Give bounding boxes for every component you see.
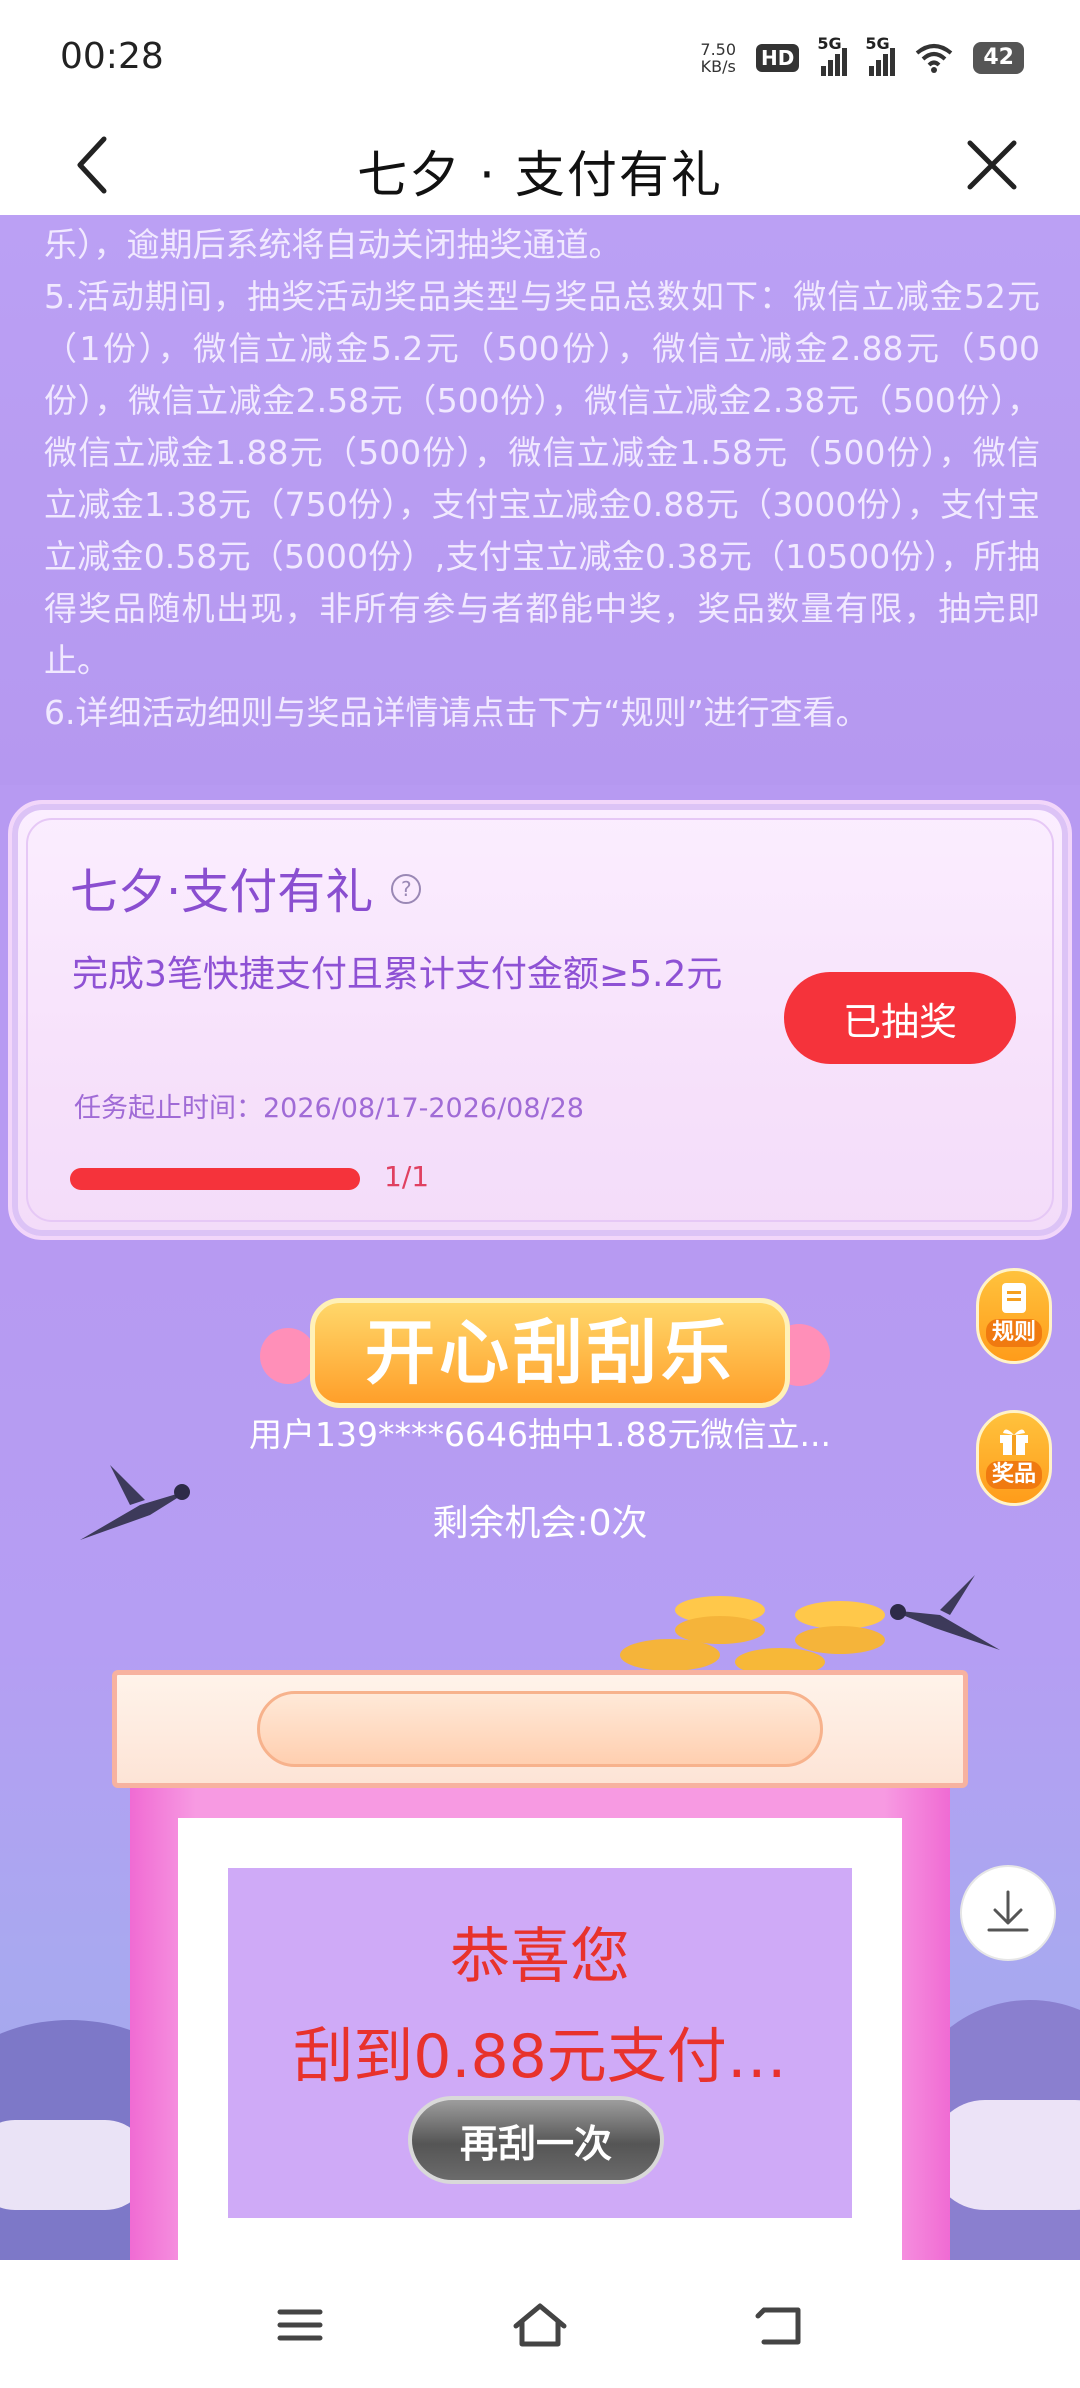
scratch-frame-inner: 恭喜您 刮到0.88元支付… 再刮一次: [178, 1818, 902, 2260]
winner-ticker: 用户139****6646抽中1.88元微信立...: [249, 1415, 831, 1454]
congrats-text: 恭喜您: [450, 1922, 630, 1992]
status-time: 00:28: [60, 36, 164, 77]
download-icon: [987, 1890, 1029, 1932]
rules-line: 5.活动期间，抽奖活动奖品类型与奖品总数如下：微信立减金52元（1份），微信立减…: [44, 277, 1040, 680]
logo-heart-icon: [260, 1328, 316, 1384]
logo-text: 开心刮刮乐: [310, 1298, 790, 1408]
scratch-frame: 恭喜您 刮到0.88元支付… 再刮一次: [130, 1788, 950, 2260]
task-card: 七夕·支付有礼 ? 完成3笔快捷支付且累计支付金额≥5.2元 任务起止时间：20…: [8, 800, 1072, 1240]
back-nav-icon[interactable]: [750, 2300, 810, 2350]
cloud-decoration: [930, 2100, 1080, 2210]
rules-button[interactable]: 规则: [976, 1268, 1052, 1364]
status-icons: 7.50 KB/s HD 5G 5G 42: [700, 34, 1024, 80]
task-progress-bar: [70, 1168, 360, 1190]
task-progress-fill: [70, 1168, 360, 1190]
rules-section: 2026年8月30日前完成抽奖，请务必在上述时限内完成抽奖（刮刮乐），逾期后系统…: [0, 215, 1080, 785]
wifi-icon: [916, 44, 953, 73]
hd-icon: HD: [756, 44, 800, 72]
help-icon[interactable]: ?: [391, 874, 422, 904]
signal-icon: 5G: [817, 34, 848, 76]
prizes-button[interactable]: 奖品: [976, 1410, 1052, 1506]
page-title: 七夕 · 支付有礼: [357, 146, 723, 204]
signal-label-2: 5G: [865, 34, 890, 53]
cloud-decoration: [0, 2120, 150, 2210]
rules-line: 6.详细活动细则与奖品详情请点击下方“规则”进行查看。: [44, 693, 869, 732]
menu-icon[interactable]: [270, 2300, 330, 2350]
scratch-frame-header: [112, 1670, 968, 1788]
task-progress-count: 1/1: [384, 1160, 430, 1193]
scratch-again-button[interactable]: 再刮一次: [408, 2096, 664, 2184]
drawn-button[interactable]: 已抽奖: [784, 972, 1016, 1064]
coin-stack-icon: [620, 1596, 885, 1676]
scratch-card[interactable]: 恭喜您 刮到0.88元支付… 再刮一次: [228, 1868, 852, 2218]
frame-plaque: [257, 1691, 823, 1767]
system-nav-bar: [0, 2260, 1080, 2388]
status-bar: 00:28 7.50 KB/s HD 5G 5G 42: [0, 0, 1080, 115]
document-icon: [1002, 1283, 1026, 1313]
battery-icon: 42: [973, 42, 1024, 74]
close-icon[interactable]: [956, 129, 1028, 201]
prize-result-text: 刮到0.88元支付…: [293, 2022, 787, 2092]
network-speed: 7.50 KB/s: [700, 40, 737, 76]
nav-bar: 七夕 · 支付有礼: [0, 115, 1080, 215]
download-button[interactable]: [960, 1865, 1056, 1961]
gift-icon: [1000, 1429, 1028, 1455]
signal-label: 5G: [817, 34, 842, 53]
remaining-chances: 剩余机会:0次: [432, 1503, 648, 1544]
home-icon[interactable]: [510, 2300, 570, 2350]
task-time-range: 任务起止时间：2026/08/17-2026/08/28: [74, 1093, 584, 1124]
task-card-title: 七夕·支付有礼 ?: [70, 852, 422, 922]
rules-line: 2026年8月30日前完成抽奖，请务必在上述时限内完成抽奖（刮刮乐），逾期后系统…: [44, 225, 622, 264]
signal-icon-2: 5G: [865, 34, 896, 76]
scratch-game-area: 开心刮刮乐 用户139****6646抽中1.88元微信立... 剩余机会:0次…: [0, 1240, 1080, 2260]
task-description: 完成3笔快捷支付且累计支付金额≥5.2元: [72, 954, 723, 995]
